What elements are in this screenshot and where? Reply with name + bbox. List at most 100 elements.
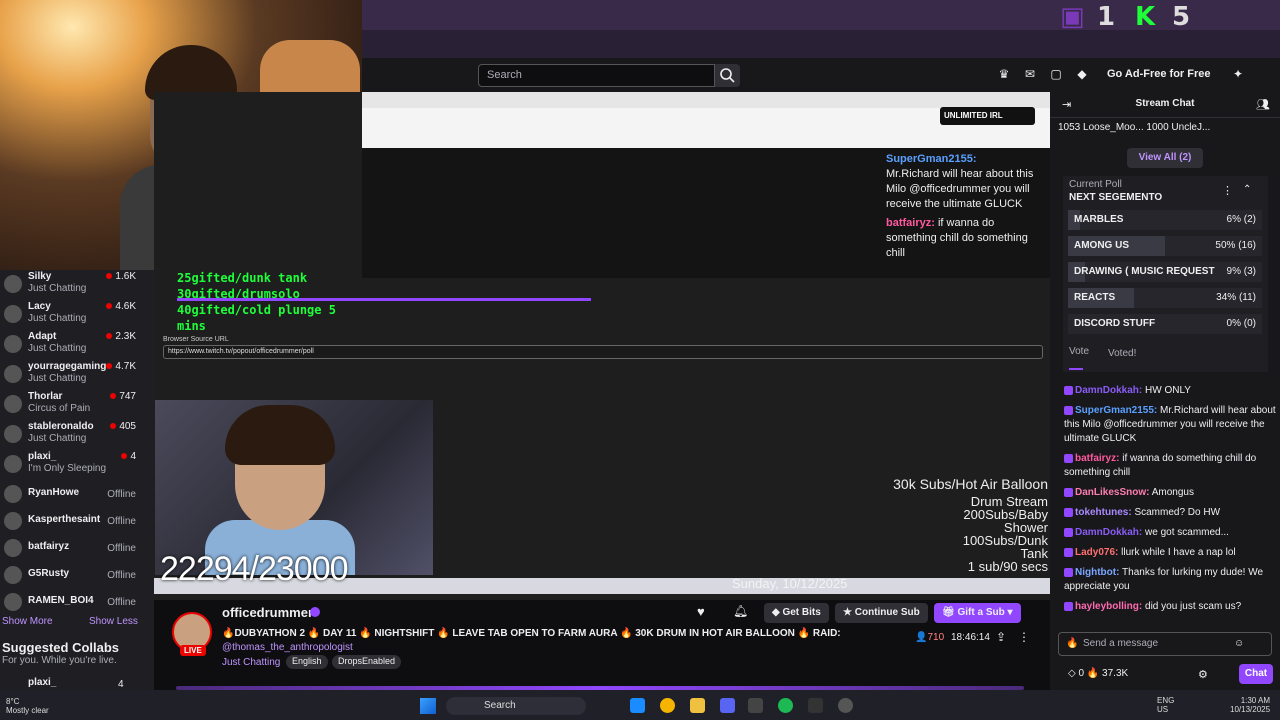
folder-icon[interactable] bbox=[690, 698, 705, 713]
poll-option[interactable]: MARBLES 6% (2) bbox=[1068, 210, 1262, 230]
suggested-collabs-title: Suggested Collabs bbox=[2, 640, 120, 655]
overlay-chat-user: SuperGman2155: bbox=[886, 153, 977, 165]
users-icon[interactable]: 👥︎ bbox=[1256, 98, 1270, 111]
vote-button[interactable]: Vote bbox=[1069, 346, 1089, 357]
poll-option-percent: 6% (2) bbox=[1226, 214, 1256, 225]
sidebar-channel[interactable]: Lacy Just Chatting 4.6K bbox=[0, 300, 154, 330]
sidebar-channel[interactable]: Adapt Just Chatting 2.3K bbox=[0, 330, 154, 360]
overlay-chat-text: Mr.Richard will hear about this Milo @of… bbox=[886, 168, 1034, 210]
poll-option[interactable]: AMONG US 50% (16) bbox=[1068, 236, 1262, 256]
heart-icon[interactable]: ♥ bbox=[697, 604, 705, 619]
sidebar-channel[interactable]: plaxi_ I'm Only Sleeping 4 bbox=[0, 450, 154, 480]
channel-name[interactable]: officedrummer bbox=[222, 605, 313, 620]
viewer-count: 1.6K bbox=[106, 271, 136, 282]
avatar bbox=[4, 455, 22, 473]
channel-game: Just Chatting bbox=[28, 283, 87, 294]
search-input[interactable]: Search bbox=[478, 64, 715, 87]
chat-message: DamnDokkah: HW ONLY bbox=[1064, 384, 1276, 398]
obs-icon[interactable] bbox=[748, 698, 763, 713]
collapse-chat-icon[interactable]: ⇥ bbox=[1062, 98, 1071, 111]
tag-english[interactable]: English bbox=[286, 655, 328, 669]
language-indicator[interactable]: ENG US bbox=[1157, 696, 1174, 714]
logo-left-digit: 1 bbox=[1097, 2, 1116, 32]
more-options-icon[interactable]: ⋮ bbox=[1018, 630, 1030, 644]
prime-icon[interactable]: ✦ bbox=[1230, 67, 1246, 83]
channel-game: Just Chatting bbox=[28, 433, 87, 444]
tag-drops[interactable]: DropsEnabled bbox=[332, 655, 402, 669]
poll-option-percent: 9% (3) bbox=[1226, 266, 1256, 277]
sidebar-channel[interactable]: stableronaldo Just Chatting 405 bbox=[0, 420, 154, 450]
chat-message: tokehtunes: Scammed? Do HW bbox=[1064, 506, 1276, 520]
avatar bbox=[4, 566, 22, 584]
emote-icon[interactable]: ☺ bbox=[1234, 638, 1244, 649]
sidebar-channel[interactable]: Thorlar Circus of Pain 747 bbox=[0, 390, 154, 420]
sidebar-channel-offline[interactable]: Kasperthesaint Offline bbox=[0, 507, 154, 537]
show-more-link[interactable]: Show More bbox=[2, 616, 53, 627]
poll-timer-bar bbox=[1069, 368, 1083, 370]
get-bits-button[interactable]: ◆ Get Bits bbox=[764, 603, 829, 623]
viewer-count: 4 bbox=[121, 451, 136, 462]
sidebar-channel-offline[interactable]: batfairyz Offline bbox=[0, 534, 154, 564]
app-icon[interactable] bbox=[838, 698, 853, 713]
poll-option-percent: 0% (0) bbox=[1226, 318, 1256, 329]
poll-option[interactable]: REACTS 34% (11) bbox=[1068, 288, 1262, 308]
second-webcam bbox=[155, 400, 433, 575]
crown-icon[interactable]: ♛ bbox=[996, 67, 1012, 83]
avatar bbox=[4, 539, 22, 557]
avatar bbox=[4, 395, 22, 413]
browser-urlbar[interactable] bbox=[362, 30, 1280, 58]
discord-icon[interactable] bbox=[720, 698, 735, 713]
app-icon[interactable] bbox=[808, 698, 823, 713]
person-icon: 👤 bbox=[915, 632, 928, 643]
category-link[interactable]: Just Chatting bbox=[222, 657, 280, 668]
system-clock[interactable]: 1:30 AM 10/13/2025 bbox=[1230, 696, 1270, 714]
poll-option-percent: 34% (11) bbox=[1216, 292, 1256, 303]
avatar bbox=[4, 425, 22, 443]
edge-icon[interactable] bbox=[630, 698, 645, 713]
show-less-link[interactable]: Show Less bbox=[89, 616, 138, 627]
viewer-count: 4.7K bbox=[106, 361, 136, 372]
start-icon[interactable] bbox=[420, 698, 436, 714]
spotify-icon[interactable] bbox=[778, 698, 793, 713]
collapse-poll-icon[interactable]: ⌃ bbox=[1243, 184, 1251, 195]
poll-option-percent: 50% (16) bbox=[1215, 240, 1256, 251]
top-gifters-bar[interactable]: 1053 Loose_Moo... 1000 UncleJ... bbox=[1058, 122, 1280, 133]
gift-sub-button[interactable]: 🎁︎ Gift a Sub ▾ bbox=[934, 603, 1021, 623]
offline-status: Offline bbox=[107, 516, 136, 527]
avatar bbox=[4, 512, 22, 530]
chat-send-button[interactable]: Chat bbox=[1239, 664, 1273, 684]
raid-target-link[interactable]: @thomas_the_anthropologist bbox=[222, 642, 353, 653]
search-button[interactable] bbox=[715, 64, 740, 87]
channel-points[interactable]: ◇ 0 🔥 37.3K bbox=[1068, 668, 1128, 679]
bits-icon[interactable]: ◆ bbox=[1074, 67, 1090, 83]
poll-option[interactable]: DRAWING ( MUSIC REQUEST 9% (3) bbox=[1068, 262, 1262, 282]
share-icon[interactable]: ⇪ bbox=[996, 630, 1006, 644]
chrome-icon[interactable] bbox=[660, 698, 675, 713]
channel-game: Just Chatting bbox=[28, 373, 87, 384]
chat-message: Nightbot: Thanks for lurking my dude! We… bbox=[1064, 567, 1264, 592]
live-badge: LIVE bbox=[180, 645, 206, 656]
overlay-chat-user: batfairyz: bbox=[886, 217, 935, 229]
chat-message: DamnDokkah: we got scammed... bbox=[1064, 526, 1276, 540]
view-all-button[interactable]: View All (2) bbox=[1127, 148, 1203, 168]
go-ad-free-button[interactable]: Go Ad-Free for Free bbox=[1107, 68, 1211, 80]
sidebar-channel-offline[interactable]: RyanHowe Offline bbox=[0, 480, 154, 510]
mail-icon[interactable]: ✉ bbox=[1022, 67, 1038, 83]
voted-status: Voted! bbox=[1108, 348, 1137, 359]
notifications-icon[interactable]: ▢ bbox=[1048, 67, 1064, 83]
suggested-channel-name[interactable]: plaxi_ bbox=[28, 677, 56, 688]
weather-widget[interactable]: 8°C Mostly clear bbox=[6, 697, 49, 715]
avatar bbox=[4, 485, 22, 503]
bell-icon[interactable]: 🔔︎ bbox=[733, 604, 748, 618]
sidebar-channel-offline[interactable]: RAMEN_BOI4 Offline bbox=[0, 588, 154, 618]
poll-option[interactable]: DISCORD STUFF 0% (0) bbox=[1068, 314, 1262, 334]
channel-game: Just Chatting bbox=[28, 313, 87, 324]
sidebar-channel-offline[interactable]: G5Rusty Offline bbox=[0, 561, 154, 591]
taskbar-search[interactable]: Search bbox=[446, 697, 586, 715]
settings-icon[interactable]: ⚙ bbox=[1198, 668, 1208, 681]
goal-list: 30k Subs/Hot Air Balloon Drum Stream 200… bbox=[893, 476, 1048, 574]
sidebar-channel[interactable]: Silky Just Chatting 1.6K bbox=[0, 270, 154, 300]
poll-menu-icon[interactable]: ⋮ bbox=[1222, 184, 1233, 197]
sidebar-channel[interactable]: yourragegaming Just Chatting 4.7K bbox=[0, 360, 154, 390]
continue-sub-button[interactable]: ★ Continue Sub bbox=[835, 603, 928, 623]
